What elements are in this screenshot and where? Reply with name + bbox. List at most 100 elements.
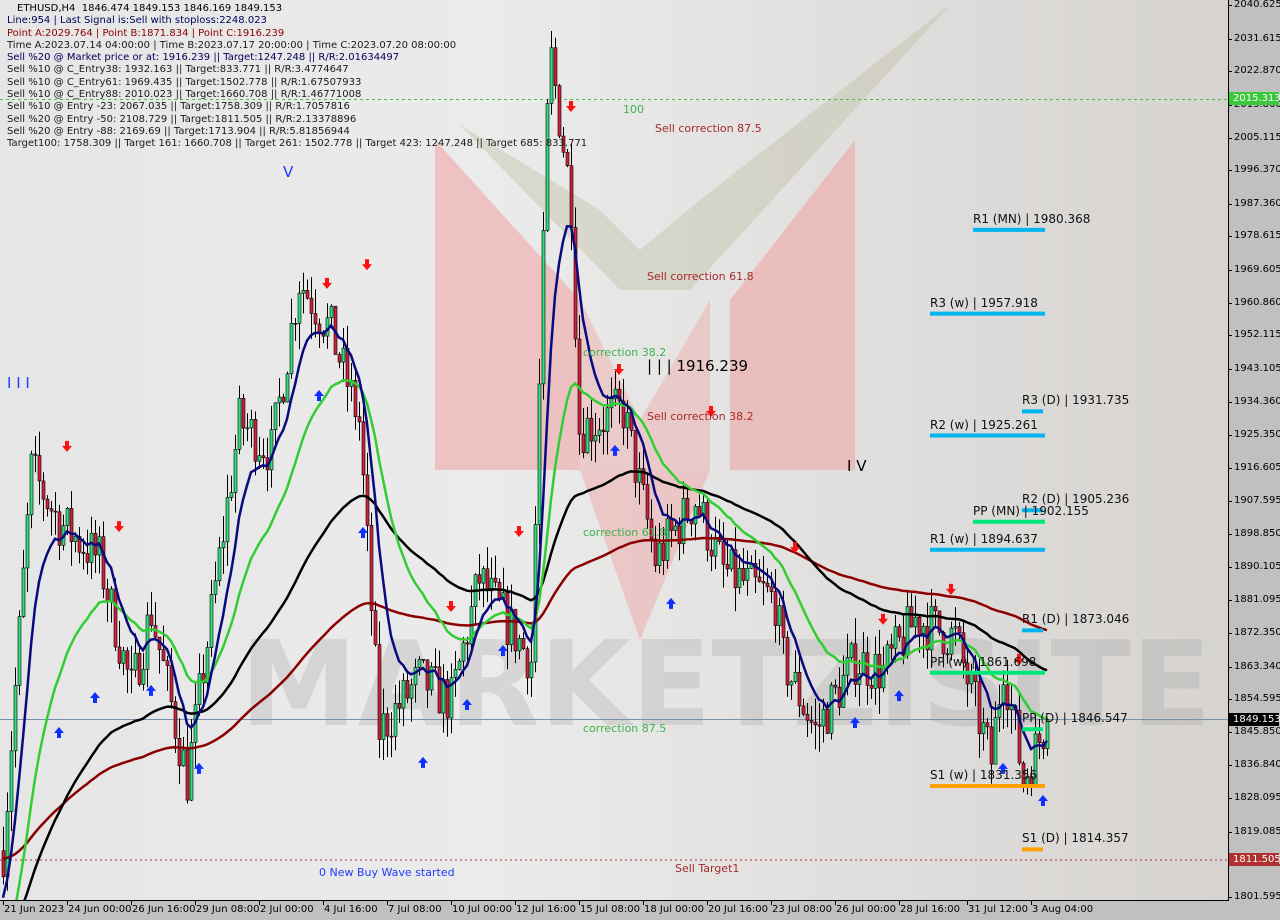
bull-candle <box>229 492 234 498</box>
bear-candle <box>973 674 978 682</box>
bull-candle <box>329 305 334 319</box>
y-tick-mark <box>1228 270 1232 272</box>
x-tick-label: 23 Jul 08:00 <box>772 904 832 915</box>
y-tick-label: 1934.360 <box>1234 395 1280 407</box>
bull-candle <box>585 417 590 454</box>
bear-candle <box>933 606 938 612</box>
bear-candle <box>909 606 914 628</box>
y-tick-label: 2031.615 <box>1234 32 1280 44</box>
bear-candle <box>669 518 674 531</box>
bear-candle <box>37 455 42 482</box>
pivot-label: S1 (D) | 1814.357 <box>1022 831 1129 846</box>
bull-candle <box>517 638 522 652</box>
pivot-label: R1 (MN) | 1980.368 <box>973 211 1091 226</box>
info-line: Sell %10 @ C_Entry38: 1932.163 || Target… <box>7 64 349 76</box>
bear-candle <box>917 616 922 637</box>
bear-candle <box>797 672 802 707</box>
x-tick-label: 29 Jun 08:00 <box>196 904 260 915</box>
y-tick-label: 1872.350 <box>1234 626 1280 638</box>
price-axis[interactable]: 2040.6252031.6152022.8702013.8602005.115… <box>1228 0 1280 902</box>
bull-candle <box>9 750 14 812</box>
bear-candle <box>81 551 86 554</box>
y-tick-mark <box>1228 203 1232 205</box>
bull-candle <box>401 680 406 709</box>
bear-candle <box>697 506 702 516</box>
bull-candle <box>189 742 194 801</box>
bear-candle <box>589 417 594 442</box>
bear-candle <box>645 484 650 520</box>
info-line: Line:954 | Last Signal is:Sell with stop… <box>7 15 267 27</box>
bull-candle <box>213 580 218 595</box>
bear-candle <box>661 542 666 561</box>
bull-candle <box>881 665 886 689</box>
y-tick-mark <box>1228 731 1232 733</box>
bull-candle <box>541 230 546 385</box>
y-tick-mark <box>1228 5 1232 6</box>
bear-candle <box>773 591 778 626</box>
bear-candle <box>833 684 838 688</box>
x-tick-label: 7 Jul 08:00 <box>388 904 442 915</box>
y-tick-mark <box>1228 38 1232 40</box>
y-tick-label: 1854.595 <box>1234 693 1280 705</box>
bear-candle <box>805 713 810 721</box>
annotation-label: | | | 1916.239 <box>647 356 749 375</box>
y-tick-mark <box>1228 467 1232 469</box>
x-tick-label: 26 Jun 16:00 <box>132 904 196 915</box>
annotation-label: Sell Target1 <box>675 862 740 876</box>
y-tick-mark <box>1228 566 1232 568</box>
bull-candle <box>109 588 114 602</box>
x-tick-label: 24 Jun 00:00 <box>68 904 132 915</box>
y-tick-label: 1996.370 <box>1234 164 1280 176</box>
annotation-label: Sell correction 87.5 <box>655 121 762 135</box>
info-line: Sell %20 @ Market price or at: 1916.239 … <box>7 52 400 64</box>
y-tick-mark <box>1228 302 1232 304</box>
bear-candle <box>421 659 426 661</box>
bear-candle <box>105 588 110 602</box>
y-tick-label: 2040.625 <box>1234 0 1280 10</box>
bull-candle <box>849 643 854 658</box>
bear-candle <box>761 581 766 584</box>
bear-candle <box>281 396 286 403</box>
bull-candle <box>981 722 986 735</box>
bear-candle <box>765 582 770 587</box>
y-tick-label: 1881.095 <box>1234 594 1280 606</box>
buy-arrow-icon <box>1038 794 1048 806</box>
pivot-label: R3 (w) | 1957.918 <box>930 295 1038 310</box>
bear-candle <box>241 397 246 429</box>
bear-candle <box>897 626 902 638</box>
y-tick-label: 1845.850 <box>1234 725 1280 737</box>
y-tick-label: 1898.850 <box>1234 528 1280 540</box>
bull-candle <box>381 713 386 740</box>
bull-candle <box>1001 684 1006 705</box>
bull-candle <box>225 497 230 543</box>
bull-candle <box>269 429 274 471</box>
x-tick-label: 28 Jul 16:00 <box>900 904 960 915</box>
bear-candle <box>877 653 882 689</box>
bull-candle <box>693 506 698 525</box>
bull-candle <box>237 397 242 450</box>
y-tick-label: 1836.840 <box>1234 759 1280 771</box>
y-tick-label: 1978.615 <box>1234 230 1280 242</box>
x-tick-label: 21 Jun 2023 <box>4 904 65 915</box>
bear-candle <box>49 508 54 512</box>
chart-plot-area[interactable]: MARKETZISITE ETHUSD,H4 1846.474 1849.153… <box>0 0 1229 901</box>
y-tick-label: 1828.095 <box>1234 792 1280 804</box>
bear-candle <box>977 681 982 735</box>
bull-candle <box>793 672 798 682</box>
bear-candle <box>1005 684 1010 711</box>
time-axis[interactable]: 21 Jun 2023 24 Jun 00:00 26 Jun 16:00 29 Ju… <box>0 901 1228 920</box>
x-tick-label: 10 Jul 00:00 <box>452 904 512 915</box>
bear-candle <box>801 705 806 715</box>
symbol-header: ETHUSD,H4 1846.474 1849.153 1846.169 184… <box>7 3 587 15</box>
y-tick-label: 1960.860 <box>1234 296 1280 308</box>
annotation-label: V <box>283 162 294 181</box>
bear-candle <box>361 421 366 476</box>
buy-arrow-icon <box>358 527 368 539</box>
y-tick-mark <box>1228 534 1232 536</box>
bull-candle <box>73 536 78 542</box>
bull-candle <box>409 684 414 699</box>
bull-candle <box>993 717 998 765</box>
bull-candle <box>885 644 890 666</box>
y-tick-label: 1801.595 <box>1234 891 1280 902</box>
bear-candle <box>1 850 6 878</box>
